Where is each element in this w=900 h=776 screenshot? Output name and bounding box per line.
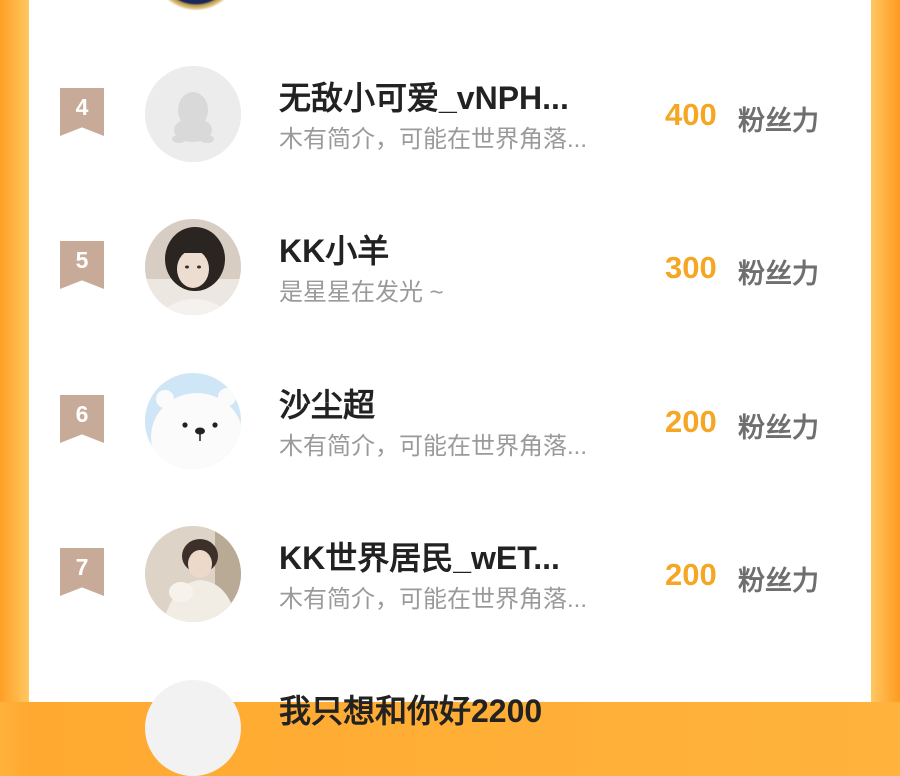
user-bio: 木有简介，可能在世界角落...: [279, 126, 588, 153]
user-bio: 是星星在发光 ~: [279, 279, 444, 306]
user-name-next-row[interactable]: 我只想和你好2200: [279, 686, 542, 732]
rank-badge: 7: [60, 548, 104, 596]
fan-power-score: 300: [665, 250, 717, 285]
user-name[interactable]: 沙尘超: [279, 380, 639, 426]
list-item[interactable]: 7 KK世界居民_wET... 木有简介，可能在世界角落... 200 粉丝力: [29, 526, 871, 666]
rank-badge: 5: [60, 241, 104, 289]
fan-power-label: 粉丝力: [738, 413, 819, 443]
rank-number: 6: [75, 401, 89, 427]
fan-power-score: 200: [665, 404, 717, 439]
default-penguin-icon: [145, 66, 241, 162]
fan-power-score: 400: [665, 97, 717, 132]
rank-badge: 6: [60, 395, 104, 443]
fan-power-label: 粉丝力: [738, 106, 819, 136]
fan-power-score: 200: [665, 557, 717, 592]
user-name[interactable]: KK世界居民_wET...: [279, 533, 639, 579]
fan-power-label: 粉丝力: [738, 566, 819, 596]
rank-number: 7: [75, 554, 89, 580]
rank-number: 4: [75, 94, 89, 120]
left-frame: [0, 0, 29, 702]
avatar[interactable]: [145, 526, 241, 622]
avatar[interactable]: [145, 219, 241, 315]
rank-badge: 4: [60, 88, 104, 136]
avatar[interactable]: [145, 66, 241, 162]
user-name[interactable]: KK小羊: [279, 226, 639, 272]
user-name[interactable]: 无敌小可爱_vNPH...: [279, 73, 639, 119]
list-item[interactable]: 6 沙尘超 木有简介，可能在世界角落... 200 粉丝力: [29, 373, 871, 513]
list-item[interactable]: 4 无敌小可爱_vNPH... 木有简介，可能在世界角落... 400 粉丝力: [29, 66, 871, 206]
list-item[interactable]: 5 KK小羊 是星星在发光 ~ 300 粉丝力: [29, 219, 871, 359]
avatar[interactable]: [145, 373, 241, 469]
right-frame: [871, 0, 900, 702]
user-bio: 木有简介，可能在世界角落...: [279, 433, 588, 460]
girl-photo: [145, 219, 241, 315]
fan-power-label: 粉丝力: [738, 259, 819, 289]
rank-number: 5: [75, 247, 89, 273]
avatar-next-row[interactable]: [145, 680, 241, 776]
user-bio: 木有简介，可能在世界角落...: [279, 586, 588, 613]
boy-photo: [145, 526, 241, 622]
polar-bear-icon: [145, 373, 241, 469]
